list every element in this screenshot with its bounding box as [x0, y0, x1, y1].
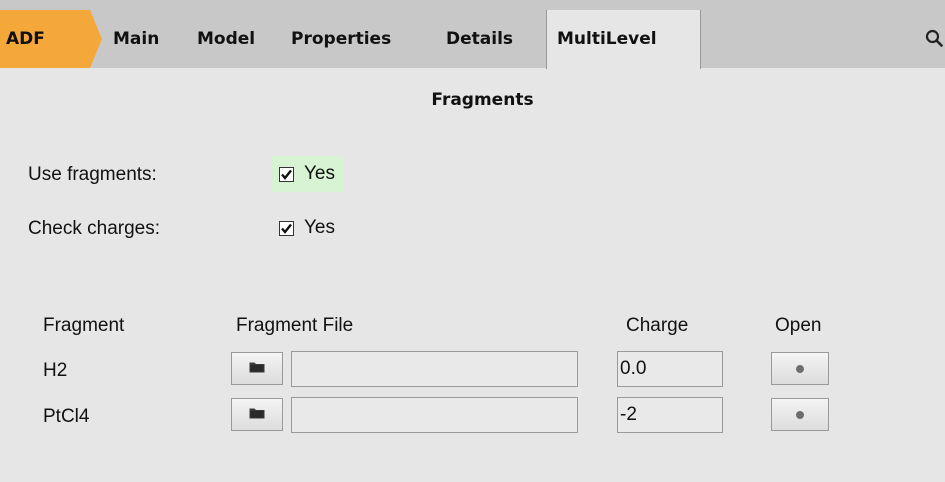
- fragment-file-field[interactable]: [291, 351, 578, 387]
- open-fragment-button[interactable]: [771, 352, 829, 385]
- radio-dot-icon: [796, 364, 804, 373]
- charge-field[interactable]: -2: [617, 397, 723, 433]
- fragment-name: H2: [43, 360, 68, 381]
- fragment-column-header: Fragment: [43, 315, 125, 336]
- charge-column-header: Charge: [626, 315, 689, 336]
- tab-details[interactable]: Details: [446, 10, 513, 68]
- browse-file-button[interactable]: [231, 352, 283, 385]
- tab-main[interactable]: Main: [113, 10, 159, 68]
- section-title: Fragments: [431, 90, 534, 110]
- check-charges-label: Check charges:: [28, 218, 161, 239]
- tab-multilevel[interactable]: MultiLevel: [546, 10, 701, 69]
- charge-field[interactable]: 0.0: [617, 351, 723, 387]
- check-charges-checkbox[interactable]: Yes: [271, 210, 343, 246]
- checkbox-checked-icon: [279, 166, 294, 182]
- tab-properties[interactable]: Properties: [291, 10, 391, 68]
- use-fragments-label: Use fragments:: [28, 164, 157, 185]
- browse-file-button[interactable]: [231, 398, 283, 431]
- fragment-name: PtCl4: [43, 406, 90, 427]
- folder-icon: [249, 406, 265, 424]
- use-fragments-checkbox[interactable]: Yes: [271, 156, 343, 192]
- fragment-file-field[interactable]: [291, 397, 578, 433]
- open-fragment-button[interactable]: [771, 398, 829, 431]
- tab-model[interactable]: Model: [197, 10, 255, 68]
- tab-adf[interactable]: ADF: [0, 10, 90, 68]
- use-fragments-yes-label: Yes: [304, 163, 335, 184]
- search-icon[interactable]: [925, 29, 943, 47]
- open-column-header: Open: [775, 315, 822, 336]
- tab-adf-arrow: [90, 10, 102, 68]
- radio-dot-icon: [796, 410, 804, 419]
- folder-icon: [249, 360, 265, 378]
- check-charges-yes-label: Yes: [304, 217, 335, 238]
- checkbox-checked-icon: [279, 220, 294, 236]
- fragment-file-column-header: Fragment File: [236, 315, 354, 336]
